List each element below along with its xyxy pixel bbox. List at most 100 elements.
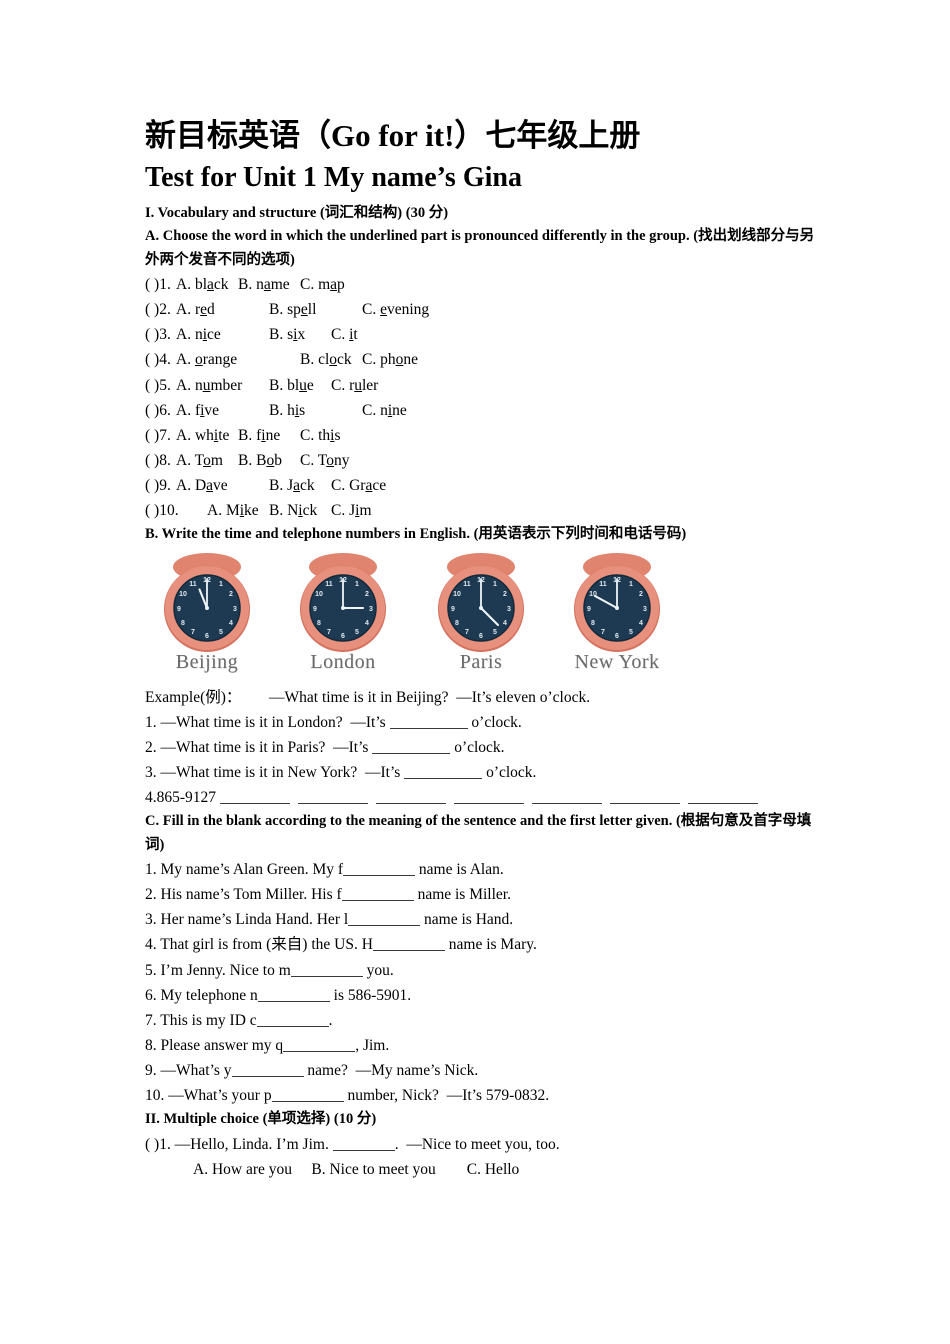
- question-row: ( )5. A. number B. blue C. ruler: [145, 373, 840, 398]
- question-row: 3. —What time is it in New York? —It’s o…: [145, 760, 840, 785]
- answer-blank[interactable]: [290, 975, 363, 977]
- question-text-tail: o’clock.: [467, 713, 522, 731]
- example-label: Example(例)：: [145, 688, 242, 706]
- answer-blank[interactable]: [332, 1149, 395, 1151]
- answer-blank[interactable]: [609, 803, 680, 805]
- question-text: ( )1. —Hello, Linda. I’m Jim.: [145, 1135, 333, 1153]
- answer-blank[interactable]: [375, 803, 446, 805]
- clock-graphic: 1212 345 678 91011: [438, 552, 524, 652]
- question-row: 4.865-9127: [145, 785, 840, 810]
- svg-text:2: 2: [503, 591, 507, 598]
- svg-text:7: 7: [191, 629, 195, 636]
- answer-blank[interactable]: [219, 803, 290, 805]
- question-text-tail: , Jim.: [355, 1036, 390, 1054]
- svg-text:11: 11: [599, 581, 607, 588]
- option-b: B. name: [238, 276, 290, 294]
- answer-blank[interactable]: [348, 925, 421, 927]
- answer-blank[interactable]: [256, 1025, 329, 1027]
- svg-text:8: 8: [455, 620, 459, 627]
- svg-text:6: 6: [479, 633, 483, 640]
- question-number: ( )7.: [145, 426, 171, 444]
- option-c: C. Tony: [300, 451, 350, 469]
- answer-blank[interactable]: [389, 727, 468, 729]
- question-row: 5. I’m Jenny. Nice to m you.: [145, 958, 840, 983]
- question-text: 2. —What time is it in Paris? —It’s: [145, 738, 373, 756]
- question-row: ( )2. A. red B. spell C. evening: [145, 297, 840, 322]
- question-row: 1. —What time is it in London? —It’s o’c…: [145, 710, 840, 735]
- clock-beijing: 1212 345 678 91011 Beijing: [145, 551, 269, 674]
- option-b: B. six: [269, 326, 306, 344]
- answer-blank[interactable]: [231, 1076, 304, 1078]
- svg-text:8: 8: [317, 620, 321, 627]
- question-row: ( )8. A. Tom B. Bob C. Tony: [145, 448, 840, 473]
- section-1c-heading: C. Fill in the blank according to the me…: [145, 813, 812, 853]
- svg-text:1: 1: [629, 581, 633, 588]
- question-row: ( )6. A. five B. his C. nine: [145, 398, 840, 423]
- page-title-chinese: 新目标英语（Go for it!）七年级上册: [145, 118, 641, 153]
- question-text-tail: number, Nick? —It’s 579-0832.: [343, 1087, 550, 1105]
- answer-blank[interactable]: [283, 1050, 356, 1052]
- option-c: C. ruler: [331, 376, 379, 394]
- question-row: ( )7. A. white B. fine C. this: [145, 423, 840, 448]
- svg-text:9: 9: [313, 606, 317, 613]
- option-a: A. white: [176, 426, 230, 444]
- answer-blank[interactable]: [372, 950, 445, 952]
- svg-text:8: 8: [591, 620, 595, 627]
- question-text-tail: name is Mary.: [444, 936, 537, 954]
- question-text-tail: .: [328, 1011, 333, 1029]
- question-number: ( )8.: [145, 451, 171, 469]
- svg-text:5: 5: [219, 629, 223, 636]
- option-c: C. phone: [362, 351, 418, 369]
- answer-blank[interactable]: [257, 1000, 330, 1002]
- question-text-tail: name is Hand.: [420, 911, 514, 929]
- svg-text:11: 11: [189, 581, 197, 588]
- question-row: ( )4. A. orange B. clock C. phone: [145, 347, 840, 372]
- option-a: A. orange: [176, 351, 238, 369]
- svg-text:6: 6: [205, 633, 209, 640]
- answer-blank[interactable]: [687, 803, 758, 805]
- question-row: ( )9. A. Dave B. Jack C. Grace: [145, 473, 840, 498]
- option-b: B. spell: [269, 301, 317, 319]
- svg-text:3: 3: [507, 606, 511, 613]
- question-text: 6. My telephone n: [145, 986, 258, 1004]
- option-b: B. Jack: [269, 476, 315, 494]
- option-c: C. nine: [362, 401, 407, 419]
- question-row: 10. —What’s your p number, Nick? —It’s 5…: [145, 1083, 840, 1108]
- option-c: C. Jim: [331, 502, 372, 520]
- svg-text:3: 3: [369, 606, 373, 613]
- svg-text:9: 9: [177, 606, 181, 613]
- question-text: 8. Please answer my q: [145, 1036, 284, 1054]
- clock-face: 1212 345 678 91011: [425, 551, 537, 655]
- answer-blank[interactable]: [531, 803, 602, 805]
- option-a: A. Dave: [176, 476, 228, 494]
- question-row: ( )1. —Hello, Linda. I’m Jim. . —Nice to…: [145, 1132, 840, 1157]
- answer-blank[interactable]: [453, 803, 524, 805]
- svg-text:5: 5: [493, 629, 497, 636]
- answer-blank[interactable]: [341, 900, 414, 902]
- clock-illustration-group: 1212 345 678 91011 Beijing: [145, 551, 705, 685]
- option-b: B. blue: [269, 376, 314, 394]
- option-b: B. fine: [238, 426, 281, 444]
- question-number: ( )10.: [145, 502, 179, 520]
- question-row: 7. This is my ID c.: [145, 1008, 840, 1033]
- option-b: B. his: [269, 401, 306, 419]
- svg-text:4: 4: [365, 620, 369, 627]
- svg-text:4: 4: [639, 620, 643, 627]
- answer-blank[interactable]: [372, 752, 451, 754]
- question-text-tail: name is Miller.: [413, 886, 511, 904]
- answer-blank[interactable]: [297, 803, 368, 805]
- option-a: A. red: [176, 301, 215, 319]
- option-a: A. nice: [176, 326, 221, 344]
- option-b: B. Nick: [269, 502, 318, 520]
- answer-blank[interactable]: [271, 1101, 344, 1103]
- clock-graphic: 1212 345 678 91011: [300, 552, 386, 652]
- svg-text:4: 4: [229, 620, 233, 627]
- clock-paris: 1212 345 678 91011 Paris: [419, 551, 543, 674]
- question-number: ( )1.: [145, 276, 171, 294]
- svg-text:3: 3: [643, 606, 647, 613]
- answer-blank[interactable]: [343, 875, 416, 877]
- question-number: ( )9.: [145, 476, 171, 494]
- answer-blank[interactable]: [404, 777, 483, 779]
- svg-text:5: 5: [629, 629, 633, 636]
- svg-text:3: 3: [233, 606, 237, 613]
